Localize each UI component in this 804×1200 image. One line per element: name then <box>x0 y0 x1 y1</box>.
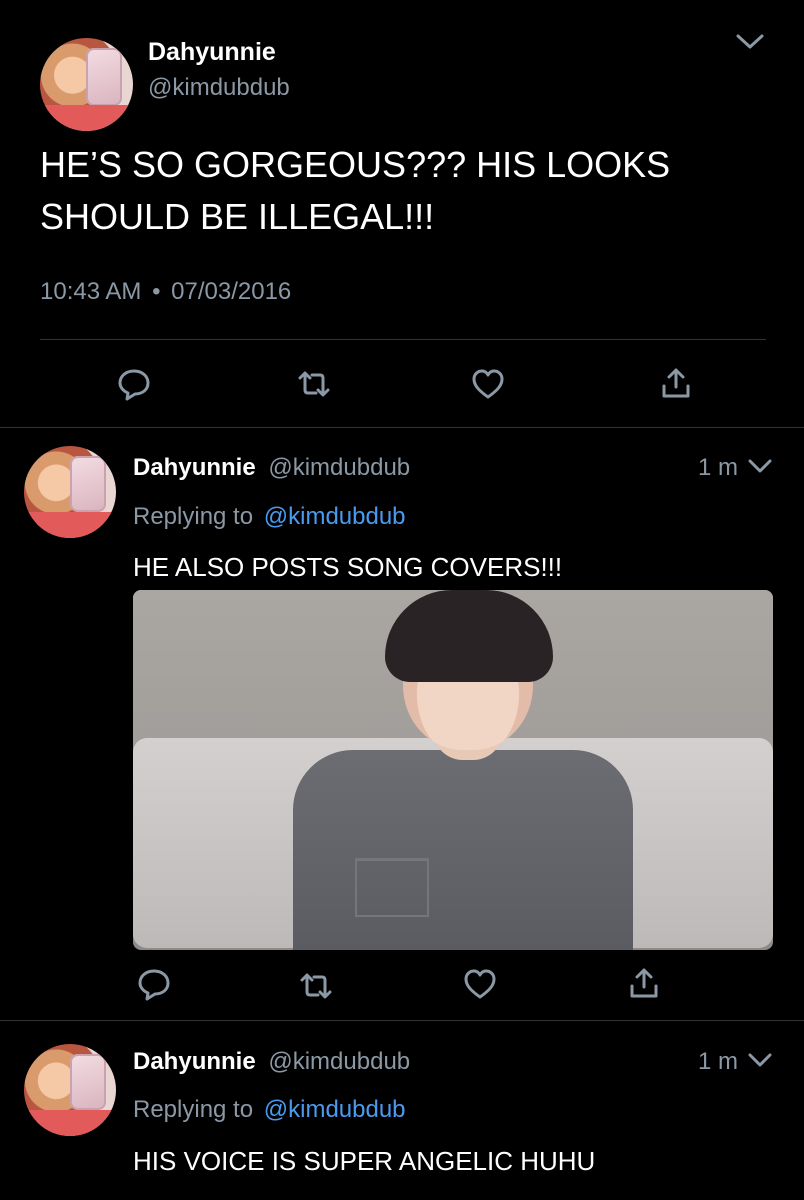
replying-to-handle[interactable]: @kimdubdub <box>264 503 406 530</box>
media-person-hair <box>385 590 553 682</box>
reply-icon[interactable] <box>116 366 152 402</box>
share-icon[interactable] <box>628 966 660 1000</box>
reply-text: HIS VOICE IS SUPER ANGELIC HUHU <box>133 1146 596 1176</box>
tweet-timestamp: 10:43 AM • 07/03/2016 <box>40 278 291 306</box>
author-name[interactable]: Dahyunnie <box>133 454 256 481</box>
avatar[interactable] <box>24 1044 116 1136</box>
chevron-down-icon[interactable] <box>746 454 774 478</box>
phone-in-photo <box>70 456 106 512</box>
reply-text: HE ALSO POSTS SONG COVERS!!! <box>133 552 563 582</box>
tweet-text-line-2: SHOULD BE ILLEGAL!!! <box>40 196 435 237</box>
replying-to: Replying to @kimdubdub <box>133 1096 406 1124</box>
author-handle[interactable]: @kimdubdub <box>268 1048 410 1075</box>
like-icon[interactable] <box>462 966 498 1002</box>
tweet-date: 07/03/2016 <box>171 278 292 305</box>
author-handle[interactable]: @kimdubdub <box>268 454 410 481</box>
replying-to-label: Replying to <box>133 503 254 530</box>
tweet-time: 10:43 AM <box>40 278 142 305</box>
timestamp-divider <box>40 339 766 340</box>
share-icon[interactable] <box>660 366 692 400</box>
photo-shirt <box>24 512 116 538</box>
retweet-icon[interactable] <box>296 366 332 402</box>
reply-icon[interactable] <box>136 966 172 1002</box>
reply-age: 1 m <box>698 1048 739 1075</box>
reply-header: Dahyunnie @kimdubdub <box>133 454 410 482</box>
tweet-text-line-1: HE’S SO GORGEOUS??? HIS LOOKS <box>40 144 671 185</box>
media-person-body <box>293 750 633 950</box>
chevron-down-icon[interactable] <box>734 28 766 54</box>
main-tweet-divider <box>0 427 804 428</box>
reply-age: 1 m <box>698 454 739 481</box>
author-name[interactable]: Dahyunnie <box>133 1048 256 1075</box>
retweet-icon[interactable] <box>298 968 334 1004</box>
photo-shirt <box>40 104 133 131</box>
photo-shirt <box>24 1110 116 1136</box>
reply-divider <box>0 1020 804 1021</box>
replying-to: Replying to @kimdubdub <box>133 503 406 531</box>
media-shirt-pocket <box>355 858 429 917</box>
replying-to-handle[interactable]: @kimdubdub <box>264 1096 406 1123</box>
replying-to-label: Replying to <box>133 1096 254 1123</box>
timestamp-separator: • <box>152 278 161 305</box>
avatar[interactable] <box>24 446 116 538</box>
author-name[interactable]: Dahyunnie <box>148 38 276 67</box>
phone-in-photo <box>86 48 122 106</box>
phone-in-photo <box>70 1054 106 1110</box>
reply-header: Dahyunnie @kimdubdub <box>133 1048 410 1076</box>
video-thumbnail[interactable] <box>133 590 773 950</box>
like-icon[interactable] <box>470 366 506 402</box>
chevron-down-icon[interactable] <box>746 1048 774 1072</box>
author-handle[interactable]: @kimdubdub <box>148 74 290 102</box>
avatar[interactable] <box>40 38 133 131</box>
